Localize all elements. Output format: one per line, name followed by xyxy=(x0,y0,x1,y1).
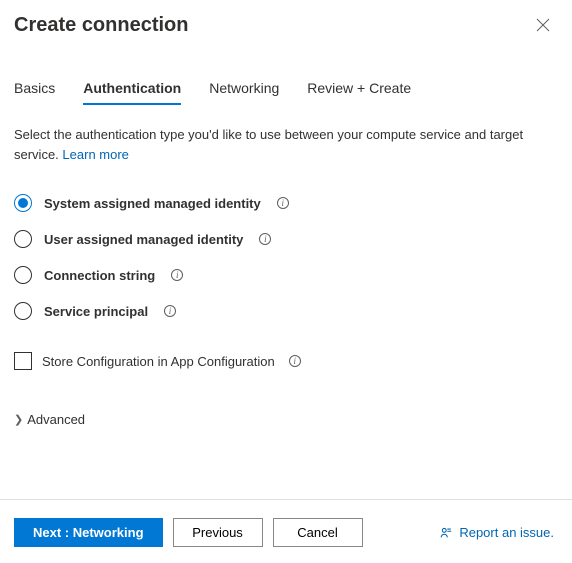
radio-system-assigned[interactable]: System assigned managed identity i xyxy=(14,194,554,212)
close-button[interactable] xyxy=(532,14,554,38)
auth-type-group: System assigned managed identity i User … xyxy=(14,194,554,320)
report-issue-label: Report an issue. xyxy=(459,525,554,540)
store-config-checkbox-row[interactable]: Store Configuration in App Configuration… xyxy=(14,352,554,370)
advanced-label: Advanced xyxy=(27,412,85,427)
learn-more-link[interactable]: Learn more xyxy=(62,147,128,162)
tab-bar: Basics Authentication Networking Review … xyxy=(14,80,554,105)
tab-basics[interactable]: Basics xyxy=(14,80,55,104)
radio-label: System assigned managed identity xyxy=(44,196,261,211)
info-icon[interactable]: i xyxy=(171,269,183,281)
tab-review-create[interactable]: Review + Create xyxy=(307,80,411,104)
report-issue-link[interactable]: Report an issue. xyxy=(439,525,554,540)
chevron-right-icon: ❯ xyxy=(14,413,23,426)
cancel-button[interactable]: Cancel xyxy=(273,518,363,547)
radio-user-assigned[interactable]: User assigned managed identity i xyxy=(14,230,554,248)
info-icon[interactable]: i xyxy=(289,355,301,367)
previous-button[interactable]: Previous xyxy=(173,518,263,547)
radio-label: Service principal xyxy=(44,304,148,319)
checkbox-icon xyxy=(14,352,32,370)
checkbox-label: Store Configuration in App Configuration xyxy=(42,354,275,369)
advanced-toggle[interactable]: ❯ Advanced xyxy=(14,412,554,427)
radio-icon xyxy=(14,302,32,320)
footer: Next : Networking Previous Cancel Report… xyxy=(14,500,554,563)
radio-service-principal[interactable]: Service principal i xyxy=(14,302,554,320)
radio-icon xyxy=(14,266,32,284)
radio-icon xyxy=(14,230,32,248)
tab-networking[interactable]: Networking xyxy=(209,80,279,104)
info-icon[interactable]: i xyxy=(259,233,271,245)
radio-label: Connection string xyxy=(44,268,155,283)
radio-label: User assigned managed identity xyxy=(44,232,243,247)
page-title: Create connection xyxy=(14,14,188,37)
close-icon xyxy=(536,18,550,32)
radio-connection-string[interactable]: Connection string i xyxy=(14,266,554,284)
info-icon[interactable]: i xyxy=(164,305,176,317)
tab-authentication[interactable]: Authentication xyxy=(83,80,181,104)
feedback-icon xyxy=(439,526,453,540)
next-button[interactable]: Next : Networking xyxy=(14,518,163,547)
info-icon[interactable]: i xyxy=(277,197,289,209)
radio-icon xyxy=(14,194,32,212)
description-text: Select the authentication type you'd lik… xyxy=(14,125,554,164)
